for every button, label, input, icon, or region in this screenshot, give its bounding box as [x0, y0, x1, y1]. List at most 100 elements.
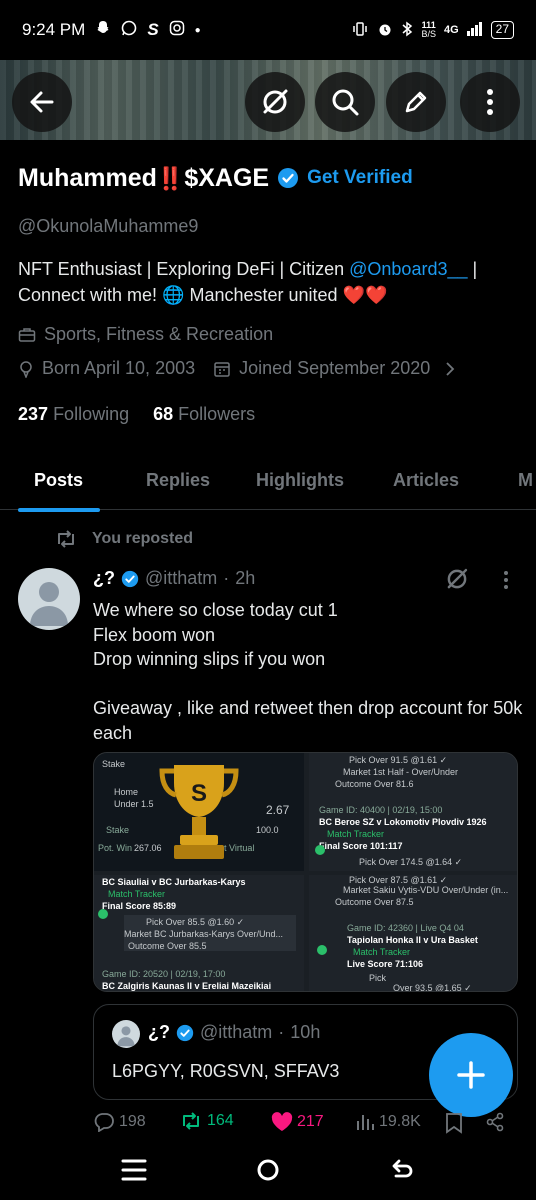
more-vertical-icon	[487, 89, 493, 115]
verified-badge-icon	[121, 570, 139, 587]
bookmark-button[interactable]	[445, 1112, 463, 1134]
default-avatar-icon	[30, 582, 68, 626]
repost-button[interactable]: 164	[179, 1112, 234, 1130]
net-speed: 111 B/S	[421, 20, 436, 39]
trophy-icon: S	[159, 765, 239, 859]
avatar	[112, 1020, 140, 1048]
tweet-author-handle[interactable]: @itthatm	[145, 568, 217, 589]
tab-media[interactable]: M	[518, 470, 533, 491]
app-s-icon: S	[147, 20, 159, 39]
tweet-header: ¿? @itthatm · 2h	[93, 568, 256, 589]
check-circle-icon	[98, 909, 108, 921]
chevron-right-icon	[446, 361, 455, 376]
views-chart-icon	[357, 1115, 374, 1130]
profile-dates[interactable]: Born April 10, 2003 Joined September 202…	[18, 358, 456, 379]
notification-dot-icon: ●	[194, 24, 201, 36]
system-navigation-bar	[0, 1140, 536, 1200]
bluetooth-icon	[401, 21, 413, 40]
instagram-icon	[169, 20, 185, 41]
back-nav-button[interactable]	[390, 1158, 414, 1187]
status-time: 9:24 PM	[22, 20, 86, 39]
profile-category: Sports, Fitness & Recreation	[18, 324, 273, 345]
tweet-more-icon[interactable]	[503, 570, 509, 595]
media-image-slip-3[interactable]: Pick Over 87.5 @1.61 ✓ Market Sakiu Vyti…	[309, 875, 517, 991]
followers-link[interactable]: 68 Followers	[153, 404, 255, 425]
plus-icon	[457, 1061, 485, 1089]
repost-icon	[58, 530, 74, 548]
tab-posts[interactable]: Posts	[34, 470, 83, 491]
vibrate-icon	[351, 21, 369, 40]
tab-replies[interactable]: Replies	[146, 470, 210, 491]
signal-icon	[466, 21, 483, 39]
tweet-media-grid[interactable]: Stake Stake 100.0 Pot. Win 267.06 Get Vi…	[93, 752, 518, 992]
reply-icon	[94, 1113, 114, 1132]
edit-button[interactable]	[386, 72, 446, 132]
get-verified-link[interactable]: Get Verified	[307, 167, 413, 189]
media-image-trophy[interactable]: Stake Stake 100.0 Pot. Win 267.06 Get Vi…	[94, 753, 304, 871]
heart-icon	[271, 1112, 293, 1131]
grok-button[interactable]	[245, 72, 305, 132]
check-circle-icon	[315, 845, 325, 857]
profile-handle: @OkunolaMuhamme9	[18, 216, 199, 236]
grok-icon	[263, 89, 288, 114]
like-button[interactable]: 217	[271, 1112, 324, 1132]
tab-articles[interactable]: Articles	[393, 470, 459, 491]
media-image-slip-2[interactable]: BC Siauliai v BC Jurbarkas-Karys Match T…	[94, 875, 304, 991]
tweet-text: We where so close today cut 1 Flex boom …	[93, 600, 523, 743]
share-button[interactable]	[485, 1112, 505, 1132]
follow-stats: 237 Following 68 Followers	[18, 404, 255, 425]
media-image-slip-1[interactable]: Pick Over 91.5 @1.61 ✓ Market 1st Half -…	[309, 753, 517, 871]
born-date: Born April 10, 2003	[42, 358, 196, 378]
check-circle-icon	[317, 945, 327, 957]
joined-date: Joined September 2020	[239, 358, 431, 378]
snapchat-icon	[95, 20, 111, 41]
home-circle-icon	[257, 1159, 279, 1181]
active-tab-indicator	[18, 508, 100, 512]
more-options-button[interactable]	[460, 72, 520, 132]
verified-badge-icon	[176, 1024, 194, 1041]
following-link[interactable]: 237 Following	[18, 404, 129, 425]
back-nav-icon	[392, 1159, 413, 1178]
bio-mention-link[interactable]: @Onboard3__	[349, 259, 467, 279]
display-name: Muhammed‼️$XAGE	[18, 163, 270, 192]
back-button[interactable]	[12, 72, 72, 132]
name-row: Muhammed‼️$XAGE Get Verified	[18, 158, 518, 198]
media-label-stake: Stake	[102, 759, 126, 769]
verified-badge-icon	[278, 168, 299, 188]
profile-tabs: Posts Replies Highlights Articles M	[0, 456, 536, 510]
tweet-author-name[interactable]: ¿?	[93, 568, 115, 589]
profile-info: Muhammed‼️$XAGE Get Verified @OkunolaMuh…	[18, 158, 518, 425]
whatsapp-icon	[121, 20, 137, 41]
profile-bio: NFT Enthusiast | Exploring DeFi | Citize…	[18, 259, 478, 305]
tab-highlights[interactable]: Highlights	[256, 470, 344, 491]
compose-post-button[interactable]	[429, 1033, 513, 1117]
svg-text:S: S	[191, 780, 207, 807]
search-icon	[332, 89, 359, 116]
share-icon	[486, 1112, 504, 1132]
quoted-tweet-text: L6PGYY, R0GSVN, SFFAV3	[112, 1061, 340, 1081]
back-arrow-icon	[30, 91, 54, 113]
quoted-tweet-header: ¿? @itthatm · 10h	[148, 1022, 321, 1042]
alarm-icon	[377, 21, 393, 40]
grok-icon[interactable]	[444, 566, 470, 597]
avatar[interactable]	[18, 568, 80, 630]
repost-icon	[183, 1112, 199, 1130]
tweet-time: 2h	[235, 568, 256, 588]
briefcase-icon	[18, 327, 36, 342]
home-button[interactable]	[256, 1158, 280, 1187]
battery-indicator: 27	[490, 21, 514, 39]
search-button[interactable]	[315, 72, 375, 132]
status-bar: 9:24 PM S ● 111 B/S 4G 27	[0, 0, 536, 60]
repost-context: You reposted	[54, 530, 193, 548]
default-avatar-icon	[117, 1026, 135, 1047]
pencil-icon	[405, 91, 427, 113]
recent-apps-button[interactable]	[121, 1158, 147, 1187]
bookmark-icon	[446, 1113, 462, 1134]
calendar-icon	[214, 361, 230, 377]
location-pin-icon	[20, 360, 32, 378]
tweet-actions: 198 164 217 19.8K	[93, 1112, 518, 1138]
reply-button[interactable]: 198	[93, 1112, 146, 1132]
network-type: 4G	[443, 24, 459, 36]
menu-lines-icon	[121, 1159, 147, 1181]
views-button[interactable]: 19.8K	[355, 1112, 421, 1132]
